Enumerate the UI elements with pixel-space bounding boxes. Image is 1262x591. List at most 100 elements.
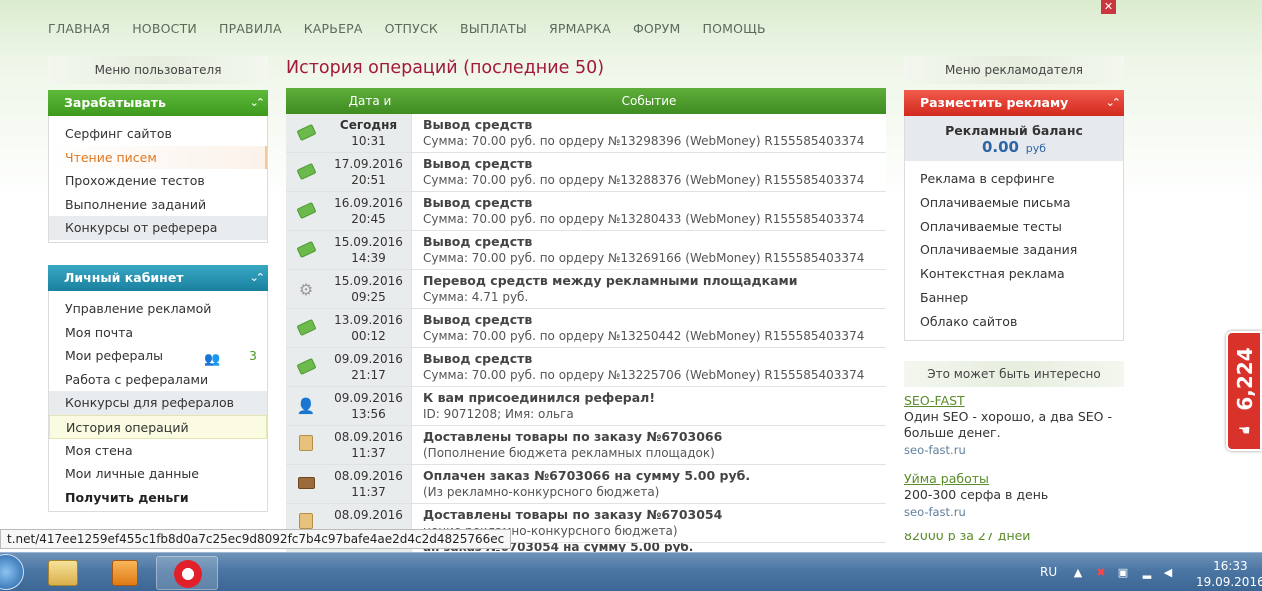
user-menu-title: Меню пользователя	[48, 56, 268, 84]
nav-help[interactable]: ПОМОЩЬ	[702, 21, 765, 36]
table-row: Сегодня 10:31 Вывод средств Сумма: 70.00 ру…	[286, 114, 886, 153]
table-row: 08.09.2016 11:37 Доставлены товары по зака…	[286, 426, 886, 465]
menu-item-get-money[interactable]: Получить деньги	[49, 486, 267, 510]
place-ad-header[interactable]: Разместить рекламу ⌄⌃	[904, 90, 1124, 116]
adv-item-paid-tasks[interactable]: Оплачиваемые задания	[905, 238, 1123, 262]
cabinet-header-label: Личный кабинет	[64, 269, 184, 285]
signal-icon[interactable]: ▂	[1141, 567, 1153, 579]
nav-vacation[interactable]: ОТПУСК	[385, 21, 438, 36]
clock-time: 16:33	[1213, 559, 1248, 573]
table-row: 15.09.2016 14:39 Вывод средств Сумма: 70.00…	[286, 231, 886, 270]
side-counter-value: 6,224	[1233, 347, 1257, 411]
nav-career[interactable]: КАРЬЕРА	[304, 21, 363, 36]
side-counter-badge[interactable]: 6,224 ☚	[1226, 331, 1262, 451]
row-date-cell: 08.09.2016 11:37	[326, 426, 412, 464]
operations-table-body: Сегодня 10:31 Вывод средств Сумма: 70.00 ру…	[286, 114, 886, 543]
menu-item-my-wall[interactable]: Моя стена	[49, 439, 267, 463]
nav-news[interactable]: НОВОСТИ	[132, 21, 197, 36]
row-time: 20:45	[351, 212, 386, 226]
row-event-cell: Вывод средств Сумма: 70.00 руб. по ордеру…	[412, 348, 886, 386]
volume-icon[interactable]: ◀	[1162, 567, 1174, 579]
adv-item-paid-tests[interactable]: Оплачиваемые тесты	[905, 215, 1123, 239]
menu-item-referral-work[interactable]: Работа с рефералами	[49, 368, 267, 392]
promo-description: 200-300 серфа в день	[904, 486, 1049, 502]
row-date: 15.09.2016	[334, 235, 403, 249]
menu-item-reading-mail[interactable]: Чтение писем	[49, 145, 267, 170]
menu-item-tasks[interactable]: Выполнение заданий	[49, 193, 267, 217]
clock[interactable]: 16:33 19.09.2016	[1196, 558, 1262, 590]
close-icon[interactable]: ✕	[1101, 0, 1116, 14]
row-event-title: Вывод средств	[423, 312, 533, 327]
keyboard-language[interactable]: RU	[1040, 565, 1057, 579]
row-event-details: (Из рекламно-конкурсного бюджета)	[423, 485, 660, 499]
nav-home[interactable]: ГЛАВНАЯ	[48, 21, 110, 36]
row-date: 15.09.2016	[334, 274, 403, 288]
row-date-cell: Сегодня 10:31	[326, 114, 412, 152]
menu-item-ad-management[interactable]: Управление рекламой	[49, 297, 267, 321]
cabinet-block-header[interactable]: Личный кабинет ⌄⌃	[48, 264, 268, 291]
row-event-details: Сумма: 4.71 руб.	[423, 290, 529, 304]
adv-item-surfing[interactable]: Реклама в серфинге	[905, 167, 1123, 191]
row-event-title: Оплачен заказ №6703066 на сумму 5.00 руб…	[423, 468, 751, 483]
nav-rules[interactable]: ПРАВИЛА	[219, 21, 282, 36]
promo-title-link[interactable]: 82000 р за 27 дней	[904, 533, 1124, 541]
ad-balance-currency: руб	[1025, 142, 1047, 155]
menu-item-surfing[interactable]: Серфинг сайтов	[49, 122, 267, 146]
menu-item-operations-history[interactable]: История операций	[49, 414, 267, 439]
row-icon-cell	[286, 465, 326, 503]
row-event-cell: Перевод средств между рекламными площадк…	[412, 270, 886, 308]
collapse-chevron-icon[interactable]: ⌄⌃	[250, 265, 266, 291]
menu-item-personal-data[interactable]: Мои личные данные	[49, 462, 267, 486]
nav-payments[interactable]: ВЫПЛАТЫ	[460, 21, 527, 36]
row-date: 16.09.2016	[334, 196, 403, 210]
menu-item-my-referrals[interactable]: Мои рефералы 👥 3	[49, 344, 267, 368]
promo-title-link[interactable]: SEO-FAST	[904, 393, 1124, 409]
row-date-cell: 09.09.2016 21:17	[326, 348, 412, 386]
start-button[interactable]	[0, 554, 24, 590]
row-time: 20:51	[351, 173, 386, 187]
nav-fair[interactable]: ЯРМАРКА	[549, 21, 611, 36]
row-event-cell: К вам присоединился реферал! ID: 9071208;…	[412, 387, 886, 425]
place-ad-label: Разместить рекламу	[920, 95, 1069, 110]
menu-item-referral-contests[interactable]: Конкурсы для рефералов	[49, 391, 267, 415]
promo-title-link[interactable]: Уйма работы	[904, 471, 1124, 487]
row-date: 09.09.2016	[334, 352, 403, 366]
person-icon: 👤	[296, 397, 316, 415]
chevron-up-icon[interactable]: ▲	[1072, 567, 1084, 579]
menu-item-my-mail[interactable]: Моя почта	[49, 321, 267, 345]
wallet-icon	[297, 475, 315, 493]
earn-block-header[interactable]: Зарабатывать ⌄⌃	[48, 90, 268, 116]
user-menu-column: Меню пользователя Зарабатывать ⌄⌃ Серфин…	[48, 56, 268, 513]
nav-forum[interactable]: ФОРУМ	[633, 21, 681, 36]
row-event-title: Перевод средств между рекламными площадк…	[423, 273, 798, 288]
adv-item-paid-mails[interactable]: Оплачиваемые письма	[905, 191, 1123, 215]
table-row: 👤 09.09.2016 13:56 К вам присоединился рефе…	[286, 387, 886, 426]
taskbar-media-player[interactable]	[94, 556, 156, 590]
row-date: 13.09.2016	[334, 313, 403, 327]
cabinet-menu: Управление рекламой Моя почта Мои рефера…	[48, 290, 268, 513]
row-date-cell: 09.09.2016 13:56	[326, 387, 412, 425]
row-event-title: К вам присоединился реферал!	[423, 390, 656, 405]
adv-item-banner[interactable]: Баннер	[905, 286, 1123, 310]
promo-url[interactable]: seo-fast.ru	[904, 503, 1124, 521]
opera-icon	[174, 560, 202, 588]
table-row: 13.09.2016 00:12 Вывод средств Сумма: 70.00…	[286, 309, 886, 348]
media-player-icon	[112, 560, 138, 586]
taskbar-explorer[interactable]	[32, 556, 94, 590]
collapse-chevron-icon[interactable]: ⌄⌃	[1106, 90, 1122, 116]
row-date-cell: 17.09.2016 20:51	[326, 153, 412, 191]
row-date: 08.09.2016	[334, 430, 403, 444]
collapse-chevron-icon[interactable]: ⌄⌃	[250, 90, 266, 116]
money-icon	[295, 240, 317, 259]
flag-icon[interactable]: ✖	[1095, 567, 1107, 579]
promo-url[interactable]: seo-fast.ru	[904, 441, 1124, 459]
adv-item-site-cloud[interactable]: Облако сайтов	[905, 310, 1123, 334]
menu-item-referrer-contests[interactable]: Конкурсы от реферера	[49, 216, 267, 240]
gear-icon: ⚙	[298, 279, 314, 299]
row-time: 21:17	[351, 368, 386, 382]
menu-item-tests[interactable]: Прохождение тестов	[49, 169, 267, 193]
adv-item-context-ads[interactable]: Контекстная реклама	[905, 262, 1123, 286]
taskbar-opera[interactable]	[156, 556, 218, 590]
device-icon[interactable]: ▣	[1117, 567, 1129, 579]
row-icon-cell	[286, 309, 326, 347]
